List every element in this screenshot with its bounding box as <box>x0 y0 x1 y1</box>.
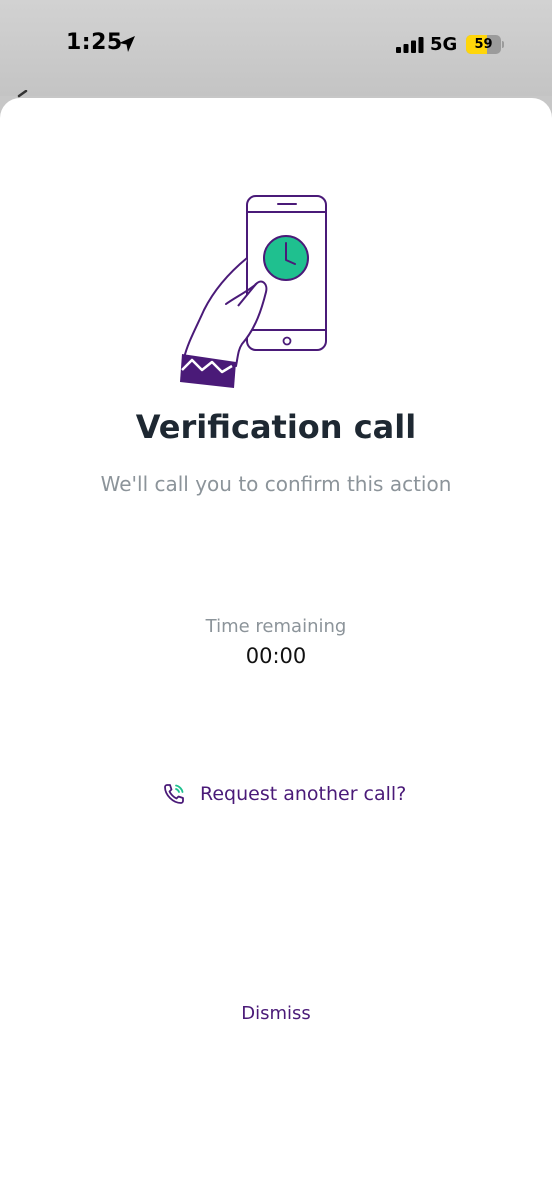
request-another-call-label: Request another call? <box>200 783 407 805</box>
phone-call-icon <box>164 784 184 804</box>
battery-body: 59 <box>466 35 501 54</box>
battery-cap <box>502 41 504 48</box>
status-bar: 1:25 5G 59 <box>0 0 552 98</box>
request-another-call-link[interactable]: Request another call? <box>162 780 406 808</box>
battery-indicator: 59 <box>466 35 504 54</box>
location-arrow-icon <box>119 36 135 52</box>
status-time: 1:25 <box>66 30 123 55</box>
time-remaining-value: 00:00 <box>245 644 307 668</box>
dialog-subtitle: We'll call you to confirm this action <box>100 472 452 496</box>
hand-holding-phone-clock-illustration <box>180 195 327 388</box>
cellular-signal-icon <box>396 37 424 53</box>
dismiss-button[interactable]: Dismiss <box>176 998 376 1030</box>
battery-level: 59 <box>474 37 493 52</box>
network-label: 5G <box>430 34 458 55</box>
time-remaining-label: Time remaining <box>205 616 347 637</box>
dialog-title: Verification call <box>135 408 417 446</box>
